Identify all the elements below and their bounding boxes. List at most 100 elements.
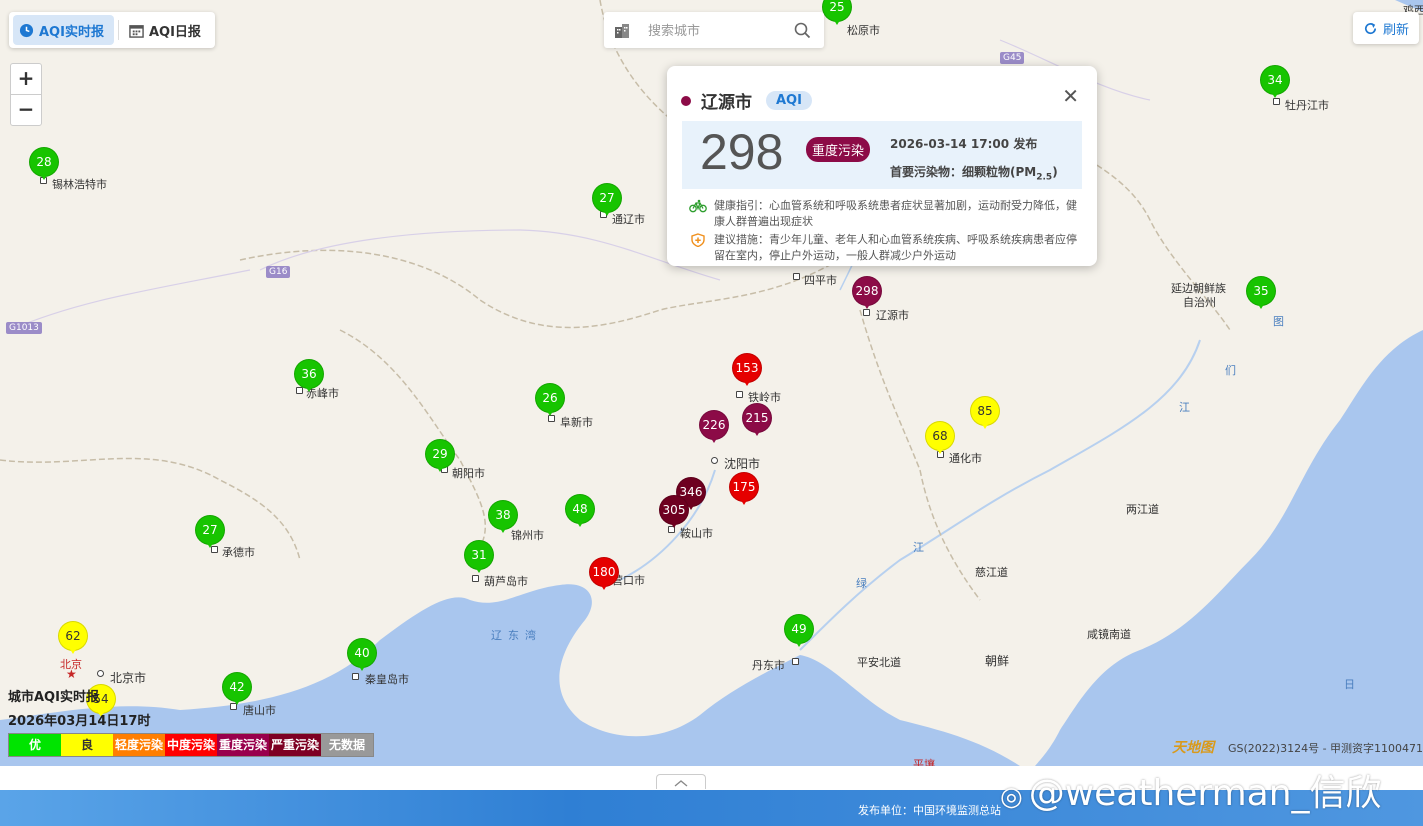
legend-item: 重度污染 [217, 734, 269, 756]
place-label: 们 [1225, 364, 1236, 377]
aqi-value: 298 [700, 124, 784, 180]
aqi-marker[interactable]: 215 [742, 403, 772, 441]
refresh-button[interactable]: 刷新 [1353, 12, 1419, 44]
refresh-icon [1365, 22, 1377, 34]
search-icon[interactable] [794, 22, 811, 39]
health-guide: 健康指引：心血管系统和呼吸系统患者症状显著加剧，运动耐受力降低，健康人群普遍出现… [689, 198, 1084, 230]
aqi-badge: AQI [766, 91, 812, 110]
footer: 发布单位：中国环境监测总站 ◎ @weatherman_信欣 [0, 766, 1423, 826]
close-icon[interactable]: ✕ [1062, 84, 1079, 108]
place-label: 锡林浩特市 [52, 178, 107, 191]
aqi-marker[interactable]: 26 [535, 383, 565, 421]
map-brand-logo: 天地图 [1172, 740, 1214, 756]
city-dot [736, 391, 743, 398]
bicycle-icon [689, 199, 707, 213]
map-copyright: GS(2022)3124号 - 甲测资字1100471 [1228, 742, 1423, 755]
aqi-marker[interactable]: 85 [970, 396, 1000, 434]
footer-toggle-handle[interactable] [656, 774, 706, 789]
place-label: 平安北道 [857, 656, 901, 669]
aqi-marker[interactable]: 28 [29, 147, 59, 185]
aqi-marker[interactable]: 25 [822, 0, 852, 30]
advice-text: 建议措施：青少年儿童、老年人和心血管系统疾病、呼吸系统疾病患者应停留在室内，停止… [714, 232, 1084, 264]
aqi-marker[interactable]: 35 [1246, 276, 1276, 314]
city-dot [792, 658, 799, 665]
zoom-in-button[interactable]: + [11, 64, 41, 94]
place-label: 绿 [856, 577, 867, 590]
pollutant-sub: 2.5 [1036, 172, 1053, 183]
health-text: 心血管系统和呼吸系统患者症状显著加剧，运动耐受力降低，健康人群普遍出现症状 [714, 199, 1077, 228]
aqi-marker[interactable]: 62 [58, 621, 88, 659]
aqi-marker[interactable]: 68 [925, 421, 955, 459]
aqi-marker[interactable]: 27 [195, 515, 225, 553]
health-shield-icon [691, 233, 705, 247]
place-label: 咸镜南道 [1087, 628, 1131, 641]
advice-label: 建议措施： [714, 233, 769, 246]
place-label: 牡丹江市 [1285, 99, 1329, 112]
legend-time: 2026年03月14日17时 [8, 714, 151, 729]
chevron-up-icon [674, 780, 688, 787]
place-label: 四平市 [804, 274, 837, 287]
capital-star-icon: ★ [66, 667, 77, 681]
aqi-marker[interactable]: 40 [347, 638, 377, 676]
city-dot [793, 273, 800, 280]
advice-body: 青少年儿童、老年人和心血管系统疾病、呼吸系统疾病患者应停留在室内，停止户外运动，… [714, 233, 1077, 262]
aqi-marker[interactable]: 175 [729, 472, 759, 510]
legend-item: 中度污染 [165, 734, 217, 756]
popup-city-name: 辽源市 [701, 93, 752, 113]
publish-time: 2026-03-14 17:00 发布 [890, 135, 1037, 152]
place-label: 沈阳市 [724, 457, 761, 471]
place-label: 朝鲜 [985, 654, 1010, 668]
pollutant-label: 首要污染物：细颗粒物(PM [890, 165, 1037, 179]
place-label: 丹东市 [752, 659, 785, 672]
city-dot [711, 457, 718, 464]
aqi-marker[interactable]: 305 [659, 495, 689, 533]
city-aqi-popup: 辽源市 AQI ✕ 298 重度污染 2026-03-14 17:00 发布 首… [667, 66, 1097, 266]
aqi-marker[interactable]: 31 [464, 540, 494, 578]
pollutant-end: ) [1052, 165, 1058, 179]
legend-item: 优 [9, 734, 61, 756]
zoom-out-button[interactable]: − [11, 94, 41, 125]
aqi-marker[interactable]: 48 [565, 494, 595, 532]
aqi-marker[interactable]: 34 [1260, 65, 1290, 103]
health-label: 健康指引： [714, 199, 769, 212]
aqi-marker[interactable]: 49 [784, 614, 814, 652]
place-label: 平壤 [913, 758, 935, 766]
tab-aqi-daily[interactable]: AQI日报 [123, 15, 211, 45]
primary-pollutant: 首要污染物：细颗粒物(PM2.5) [890, 163, 1058, 182]
place-label: 慈江道 [975, 566, 1008, 579]
tab-label: AQI日报 [148, 24, 201, 40]
legend-item: 无数据 [321, 734, 373, 756]
place-label: 江 [913, 541, 924, 554]
weibo-logo-icon: ◎ [1000, 782, 1023, 812]
city-dot [97, 670, 104, 677]
aqi-marker[interactable]: 180 [589, 557, 619, 595]
aqi-marker[interactable]: 36 [294, 359, 324, 397]
place-label: 承德市 [222, 546, 255, 559]
place-label: 江 [1179, 401, 1190, 414]
refresh-label: 刷新 [1382, 22, 1409, 38]
legend-item: 严重污染 [269, 734, 321, 756]
road-shield: G1013 [6, 322, 42, 334]
road-shield: G45 [1000, 52, 1025, 64]
legend-title: 城市AQI实时报 [8, 690, 99, 705]
aqi-marker[interactable]: 298 [852, 276, 882, 314]
aqi-marker[interactable]: 226 [699, 410, 729, 448]
aqi-marker[interactable]: 153 [732, 353, 762, 391]
aqi-marker[interactable]: 42 [222, 672, 252, 710]
aqi-marker[interactable]: 29 [425, 439, 455, 477]
aqi-marker[interactable]: 27 [592, 183, 622, 221]
place-label: 辽东湾 [491, 629, 542, 642]
report-tabs: AQI实时报 AQI日报 [9, 12, 215, 48]
popup-header: 辽源市 AQI [681, 88, 812, 113]
tab-aqi-realtime[interactable]: AQI实时报 [13, 15, 114, 45]
search-input[interactable] [646, 20, 790, 42]
aqi-legend: 优 良 轻度污染 中度污染 重度污染 严重污染 无数据 [8, 733, 374, 757]
pollution-level-badge: 重度污染 [806, 137, 871, 162]
place-label: 图 [1273, 315, 1284, 328]
legend-item: 轻度污染 [113, 734, 165, 756]
aqi-marker[interactable]: 38 [488, 500, 518, 538]
place-label: 朝阳市 [452, 467, 485, 480]
tab-label: AQI实时报 [39, 24, 104, 40]
watermark-text: @weatherman_信欣 [1028, 773, 1382, 814]
health-guide-text: 健康指引：心血管系统和呼吸系统患者症状显著加剧，运动耐受力降低，健康人群普遍出现… [714, 198, 1084, 230]
